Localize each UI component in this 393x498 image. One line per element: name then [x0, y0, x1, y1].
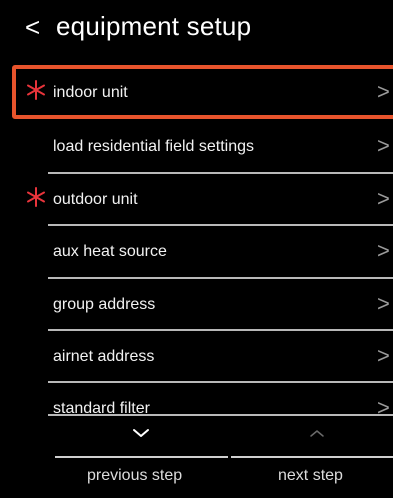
list-item-label: outdoor unit — [53, 191, 138, 208]
previous-step-button[interactable]: previous step — [87, 466, 182, 486]
chevron-up-icon[interactable] — [302, 424, 332, 444]
chevron-right-icon: > — [377, 79, 390, 104]
list-item-label: aux heat source — [53, 243, 167, 260]
list-item-standard-filter[interactable]: standard filter > — [0, 383, 393, 420]
page-title: equipment setup — [56, 11, 252, 41]
list-item-label: airnet address — [53, 348, 155, 365]
list-item-label: indoor unit — [53, 84, 128, 101]
list-item-airnet-address[interactable]: airnet address > — [0, 331, 393, 383]
list-item-load-residential-field-settings[interactable]: load residential field settings > — [0, 121, 393, 173]
list-item-label: group address — [53, 296, 156, 313]
list-item-label: standard filter — [53, 400, 150, 417]
list-item-indoor-unit[interactable]: indoor unit > — [0, 67, 393, 119]
chevron-right-icon: > — [377, 133, 390, 158]
chevron-right-icon: > — [377, 343, 390, 368]
next-step-button[interactable]: next step — [278, 466, 343, 486]
divider — [231, 456, 393, 458]
divider — [48, 414, 393, 416]
required-asterisk-icon — [27, 187, 45, 207]
list-item-group-address[interactable]: group address > — [0, 279, 393, 331]
chevron-right-icon: > — [377, 291, 390, 316]
chevron-right-icon: > — [377, 395, 390, 420]
chevron-right-icon: > — [377, 186, 390, 211]
divider — [55, 456, 228, 458]
chevron-down-icon[interactable] — [126, 424, 156, 444]
back-chevron-icon[interactable]: < — [25, 13, 40, 41]
required-asterisk-icon — [27, 80, 45, 100]
chevron-right-icon: > — [377, 238, 390, 263]
header: < equipment setup — [0, 0, 393, 55]
list-item-label: load residential field settings — [53, 138, 255, 155]
list-item-aux-heat-source[interactable]: aux heat source > — [0, 226, 393, 278]
list-item-outdoor-unit[interactable]: outdoor unit > — [0, 174, 393, 226]
